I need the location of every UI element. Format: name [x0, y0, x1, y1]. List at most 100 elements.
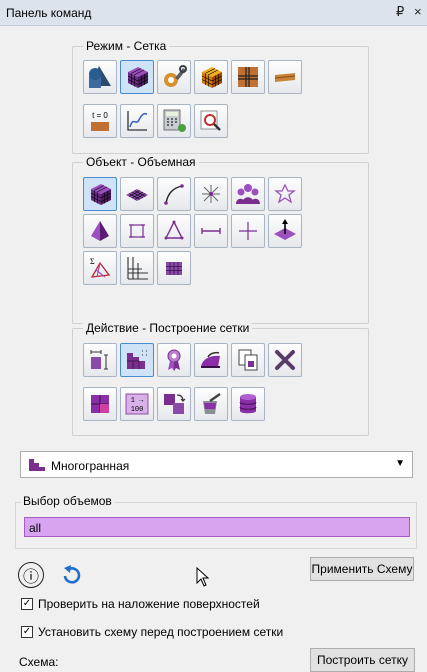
crosshair-icon [239, 222, 257, 240]
apply-scheme-button[interactable]: Применить Схему [310, 557, 414, 581]
volume-selection-label: Выбор объемов [21, 494, 114, 508]
hex-block-icon [166, 262, 182, 275]
mesh-quality-button[interactable] [194, 60, 228, 94]
database-icon [239, 394, 257, 414]
initial-time-button[interactable]: t = 0 [83, 104, 117, 138]
split-block-button[interactable] [83, 387, 117, 421]
element-star-icon [274, 183, 296, 204]
copy-pages-icon [238, 349, 258, 371]
svg-text:100: 100 [131, 406, 144, 414]
boundary-layer-button[interactable] [268, 60, 302, 94]
node-object-button[interactable] [194, 177, 228, 211]
quality-award-button[interactable] [157, 343, 191, 377]
paint-bucket-icon [203, 392, 221, 414]
set-scheme-check-row[interactable]: ✓ Установить схему перед построением сет… [21, 625, 283, 639]
graph-button[interactable] [120, 104, 154, 138]
sweep-element-button[interactable]: Σ [83, 251, 117, 285]
close-icon[interactable]: × [414, 4, 422, 19]
tetrahedron-icon [91, 221, 109, 241]
node-count-button[interactable]: 1 → 100 [120, 387, 154, 421]
geometry-shapes-icon [89, 66, 111, 88]
svg-text:Σ: Σ [90, 257, 95, 266]
delete-x-icon [275, 350, 295, 370]
surface-mesh-icon [126, 189, 148, 201]
orange-mesh-cube-icon [201, 67, 223, 88]
calculator-button[interactable] [157, 104, 191, 138]
paint-mesh-button[interactable] [194, 387, 228, 421]
triangle-icon [164, 220, 184, 240]
structured-grid-icon [127, 257, 148, 280]
magnifier-icon [200, 110, 221, 131]
structured-grid-button[interactable] [120, 251, 154, 285]
counter-icon: 1 → 100 [125, 393, 149, 415]
graph-line-icon [127, 111, 148, 131]
zoom-button[interactable] [194, 104, 228, 138]
scheme-dropdown[interactable]: Многогранная ▼ [20, 451, 413, 478]
svg-text:t = 0: t = 0 [92, 111, 108, 120]
geometry-mode-button[interactable] [83, 60, 117, 94]
overlap-check-row[interactable]: ✓ Проверить на наложение поверхностей [21, 597, 260, 611]
curve-icon [164, 184, 184, 205]
surface-object-button[interactable] [120, 177, 154, 211]
award-ribbon-icon [167, 349, 181, 371]
tetra-element-button[interactable] [83, 214, 117, 248]
scheme-dropdown-value: Многогранная [51, 459, 130, 473]
quad-icon [129, 224, 145, 238]
merge-mesh-button[interactable] [157, 387, 191, 421]
grid-view-button[interactable] [231, 60, 265, 94]
dock-icon[interactable]: ₽ [396, 4, 404, 20]
scheme-polyhedron-icon [127, 350, 147, 369]
tri-element-button[interactable] [157, 214, 191, 248]
delete-mesh-button[interactable] [268, 343, 302, 377]
volume-selection-input[interactable]: all [24, 517, 410, 537]
build-mesh-button[interactable]: Построить сетку [310, 648, 415, 672]
panel-titlebar: Панель команд ₽ × [0, 0, 427, 26]
mesh-mode-button[interactable] [120, 60, 154, 94]
normal-direction-button[interactable] [268, 214, 302, 248]
interval-icon [90, 350, 108, 370]
sum-mesh-icon: Σ [90, 257, 111, 278]
mode-group-label: Режим - Сетка [83, 39, 170, 53]
layer-strip-icon [274, 73, 296, 82]
grid-plate-icon [238, 67, 258, 87]
curve-object-button[interactable] [157, 177, 191, 211]
normal-arrow-icon [274, 219, 296, 240]
refresh-icon[interactable] [58, 562, 84, 588]
hex-block-button[interactable] [157, 251, 191, 285]
calculator-icon [163, 109, 186, 132]
mesh-cube-icon [127, 67, 149, 88]
node-star-icon [202, 185, 220, 203]
schema-label: Схема: [19, 655, 59, 669]
volume-mesh-icon [90, 184, 112, 205]
interval-size-button[interactable] [83, 343, 117, 377]
edge-element-button[interactable] [194, 214, 228, 248]
iron-smooth-icon [201, 351, 220, 368]
volume-object-button[interactable] [83, 177, 117, 211]
mouse-cursor-icon [196, 567, 210, 587]
merge-blocks-icon [164, 394, 186, 414]
object-group-label: Объект - Объемная [83, 155, 199, 169]
split-block-icon [91, 395, 109, 413]
copy-mesh-button[interactable] [231, 343, 265, 377]
info-icon[interactable]: ⓘ [18, 562, 44, 588]
group-object-button[interactable] [231, 177, 265, 211]
edge-line-icon [201, 228, 221, 234]
tools-mode-button[interactable] [157, 60, 191, 94]
smooth-button[interactable] [194, 343, 228, 377]
time-zero-icon: t = 0 [91, 111, 109, 131]
node-element-button[interactable] [231, 214, 265, 248]
quad-element-button[interactable] [120, 214, 154, 248]
wrench-settings-icon [164, 65, 187, 87]
scheme-button[interactable] [120, 343, 154, 377]
panel-title: Панель команд [6, 6, 92, 20]
chevron-down-icon: ▼ [395, 458, 405, 469]
svg-text:1 →: 1 → [131, 397, 144, 405]
set-scheme-checkbox[interactable]: ✓ [21, 626, 33, 638]
element-object-button[interactable] [268, 177, 302, 211]
mesh-database-button[interactable] [231, 387, 265, 421]
polyhedron-scheme-icon [29, 459, 45, 471]
overlap-checkbox-label: Проверить на наложение поверхностей [38, 597, 260, 611]
overlap-checkbox[interactable]: ✓ [21, 598, 33, 610]
set-scheme-checkbox-label: Установить схему перед построением сетки [38, 625, 284, 639]
action-group-label: Действие - Построение сетки [83, 321, 253, 335]
